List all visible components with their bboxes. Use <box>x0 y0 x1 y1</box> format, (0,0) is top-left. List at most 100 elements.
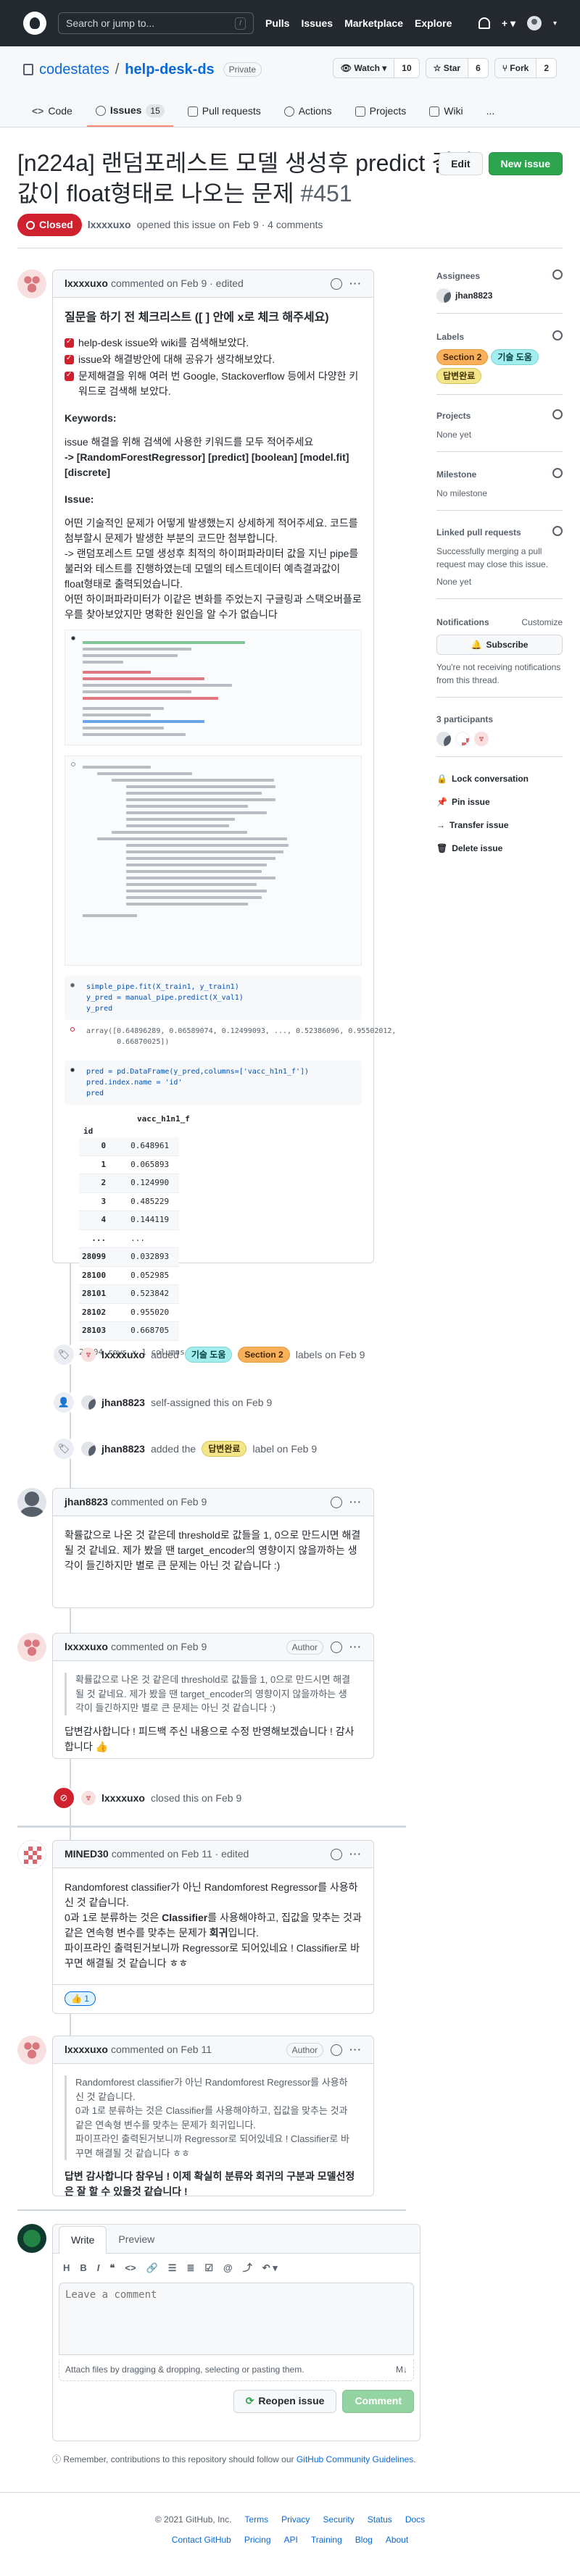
tab-pull-requests[interactable]: Pull requests <box>179 97 270 127</box>
footer-link-status[interactable]: Status <box>368 2513 392 2526</box>
label-section-2[interactable]: Section 2 <box>436 349 489 365</box>
label-tech-help[interactable]: 기술 도움 <box>491 349 539 365</box>
fork-count[interactable]: 2 <box>536 59 556 78</box>
checkbox-checked-icon[interactable] <box>65 336 74 348</box>
kebab-menu-icon[interactable]: ··· <box>349 1847 362 1862</box>
avatar[interactable] <box>17 1633 46 1662</box>
avatar[interactable] <box>455 732 470 746</box>
tab-more[interactable]: ... <box>478 97 504 127</box>
tab-projects[interactable]: Projects <box>347 97 415 127</box>
event-actor[interactable]: lxxxxuxo <box>102 1347 145 1363</box>
avatar[interactable] <box>81 1442 96 1456</box>
repo-owner-link[interactable]: codestates <box>39 59 109 80</box>
projects-title[interactable]: Projects <box>436 409 471 422</box>
code-screenshot-image[interactable] <box>65 630 362 745</box>
label-answered[interactable]: 답변완료 <box>436 368 482 384</box>
attach-files-area[interactable]: Attach files by dragging & dropping, sel… <box>59 2359 414 2381</box>
tab-issues[interactable]: Issues 15 <box>86 97 173 127</box>
footer-link-pricing[interactable]: Pricing <box>244 2533 271 2546</box>
footer-link-blog[interactable]: Blog <box>355 2533 373 2546</box>
customize-link[interactable]: Customize <box>521 616 563 629</box>
footer-link-privacy[interactable]: Privacy <box>281 2513 310 2526</box>
comment-meta[interactable]: commented on Feb 9 <box>111 1639 207 1655</box>
event-actor[interactable]: lxxxxuxo <box>102 1791 145 1806</box>
avatar[interactable] <box>17 1840 46 1869</box>
gear-icon[interactable] <box>552 526 563 536</box>
quote-icon[interactable]: ❝ <box>109 2261 115 2275</box>
comment-author-link[interactable]: lxxxxuxo <box>65 1639 108 1655</box>
write-tab[interactable]: Write <box>59 2226 107 2254</box>
gear-icon[interactable] <box>552 330 563 340</box>
assignees-title[interactable]: Assignees <box>436 269 480 283</box>
kebab-menu-icon[interactable]: ··· <box>349 276 362 291</box>
avatar[interactable] <box>436 732 451 746</box>
nav-pulls[interactable]: Pulls <box>265 16 289 31</box>
transfer-issue-action[interactable]: → Transfer issue <box>436 819 563 832</box>
comment-author-link[interactable]: lxxxxuxo <box>65 276 108 291</box>
star-button[interactable]: ☆ Star 6 <box>425 58 489 78</box>
heading-icon[interactable]: H <box>63 2261 70 2275</box>
nav-issues[interactable]: Issues <box>301 16 333 31</box>
comment-meta[interactable]: commented on Feb 11 · edited <box>112 1847 249 1862</box>
thumbs-up-reaction[interactable]: 👍 1 <box>65 1991 96 2006</box>
avatar[interactable] <box>81 1791 96 1805</box>
smiley-icon[interactable] <box>331 1848 342 1860</box>
gear-icon[interactable] <box>552 409 563 419</box>
smiley-icon[interactable] <box>331 1641 342 1653</box>
labels-title[interactable]: Labels <box>436 330 464 343</box>
link-icon[interactable]: 🔗 <box>146 2261 158 2275</box>
lock-conversation-action[interactable]: 🔒 Lock conversation <box>436 772 563 785</box>
footer-link-api[interactable]: API <box>284 2533 298 2546</box>
avatar[interactable] <box>474 732 489 746</box>
italic-icon[interactable]: I <box>97 2261 100 2275</box>
fork-button[interactable]: ⑂ Fork 2 <box>494 58 557 78</box>
repo-name-link[interactable]: help-desk-ds <box>125 62 214 78</box>
label-answered[interactable]: 답변완료 <box>202 1441 247 1457</box>
footer-link-docs[interactable]: Docs <box>405 2513 425 2526</box>
pipeline-output-image[interactable] <box>65 756 362 966</box>
comment-meta[interactable]: commented on Feb 9 · edited <box>111 276 244 291</box>
star-count[interactable]: 6 <box>468 59 488 78</box>
kebab-menu-icon[interactable]: ··· <box>349 1494 362 1510</box>
gear-icon[interactable] <box>552 468 563 478</box>
mention-icon[interactable]: @ <box>223 2261 233 2275</box>
github-logo-icon[interactable] <box>23 12 46 35</box>
community-guidelines-link[interactable]: GitHub Community Guidelines <box>297 2454 413 2464</box>
cross-reference-icon[interactable]: ⤴ <box>243 2261 252 2275</box>
comment-submit-button[interactable]: Comment <box>342 2389 414 2413</box>
pin-issue-action[interactable]: 📌 Pin issue <box>436 795 563 808</box>
code-icon[interactable]: <> <box>125 2261 136 2275</box>
watch-button[interactable]: 👁 Watch ▾ 10 <box>332 58 420 78</box>
preview-tab[interactable]: Preview <box>107 2226 166 2253</box>
checkbox-checked-icon[interactable] <box>65 369 74 381</box>
label-section-2[interactable]: Section 2 <box>238 1347 290 1363</box>
footer-link-contact[interactable]: Contact GitHub <box>172 2533 231 2546</box>
subscribe-button[interactable]: 🔔 Subscribe <box>436 635 563 655</box>
footer-link-training[interactable]: Training <box>311 2533 342 2546</box>
chevron-down-icon[interactable]: ▾ <box>553 18 557 29</box>
unordered-list-icon[interactable]: ☰ <box>168 2261 177 2275</box>
create-new-plus-icon[interactable]: + ▾ <box>502 16 515 31</box>
user-avatar[interactable] <box>526 16 542 30</box>
footer-link-about[interactable]: About <box>386 2533 408 2546</box>
avatar[interactable] <box>17 2224 46 2253</box>
comment-textarea[interactable] <box>59 2282 414 2355</box>
gear-icon[interactable] <box>552 269 563 280</box>
issue-author-link[interactable]: lxxxxuxo <box>88 217 131 233</box>
avatar[interactable] <box>81 1347 96 1362</box>
task-list-icon[interactable]: ☑ <box>204 2261 213 2275</box>
comment-author-link[interactable]: jhan8823 <box>65 1494 108 1510</box>
avatar[interactable] <box>17 269 46 298</box>
avatar[interactable] <box>436 288 451 303</box>
edit-title-button[interactable]: Edit <box>439 152 483 175</box>
event-actor[interactable]: jhan8823 <box>102 1442 145 1457</box>
reopen-issue-button[interactable]: ⟳ Reopen issue <box>233 2389 337 2413</box>
label-tech-help[interactable]: 기술 도움 <box>184 1347 233 1363</box>
comment-author-link[interactable]: MINED30 <box>65 1847 109 1862</box>
bold-icon[interactable]: B <box>80 2261 86 2275</box>
comment-meta[interactable]: commented on Feb 9 <box>111 1494 207 1510</box>
smiley-icon[interactable] <box>331 2044 342 2056</box>
footer-link-terms[interactable]: Terms <box>244 2513 268 2526</box>
event-actor[interactable]: jhan8823 <box>102 1395 145 1410</box>
smiley-icon[interactable] <box>331 277 342 290</box>
